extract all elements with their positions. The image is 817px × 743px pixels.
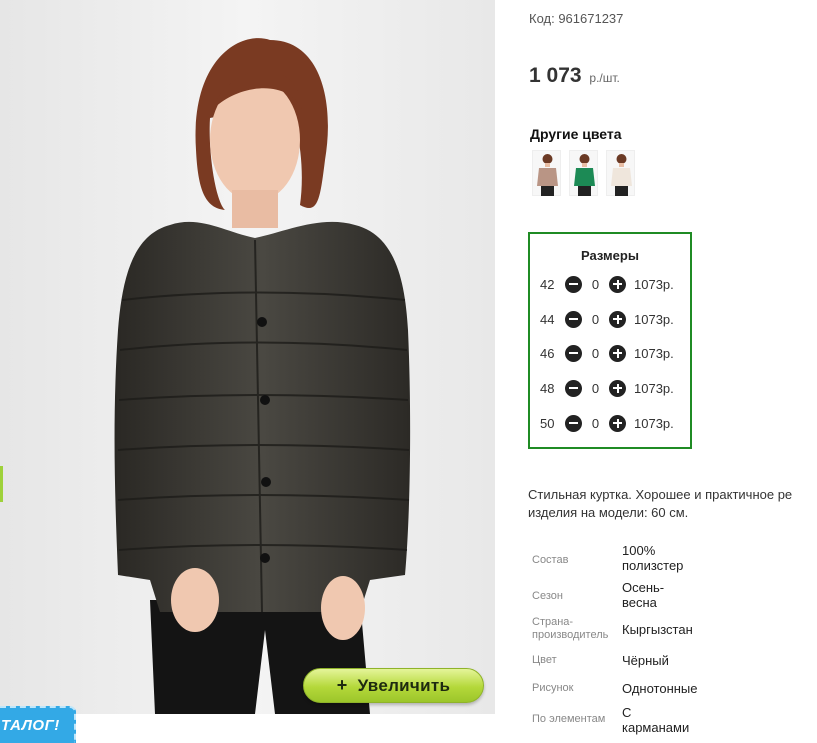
size-quantity: 0 bbox=[591, 415, 600, 431]
size-number: 42 bbox=[540, 276, 555, 292]
size-price: 1073р. bbox=[634, 345, 674, 361]
size-number: 48 bbox=[540, 380, 555, 396]
plus-icon[interactable] bbox=[609, 310, 626, 328]
size-row-46: 46 0 1073р. bbox=[540, 344, 674, 362]
property-key: Цвет bbox=[532, 654, 557, 666]
product-price: 1 073 р./шт. bbox=[529, 64, 620, 88]
color-swatch-beige[interactable] bbox=[532, 150, 561, 196]
color-swatch-green[interactable] bbox=[569, 150, 598, 196]
minus-icon[interactable] bbox=[565, 414, 582, 432]
price-unit: р./шт. bbox=[589, 71, 620, 85]
other-colors-title: Другие цвета bbox=[530, 126, 622, 142]
plus-icon[interactable] bbox=[609, 275, 626, 293]
minus-icon[interactable] bbox=[565, 344, 582, 362]
property-value: Однотонные bbox=[622, 681, 698, 696]
size-number: 44 bbox=[540, 311, 555, 327]
plus-icon[interactable] bbox=[609, 344, 626, 362]
price-value: 1 073 bbox=[529, 64, 582, 87]
sizes-panel: Размеры 42 0 1073р. 44 0 1073р. 46 0 107… bbox=[528, 232, 692, 449]
size-price: 1073р. bbox=[634, 311, 674, 327]
plus-icon[interactable] bbox=[609, 414, 626, 432]
description-line: изделия на модели: 60 см. bbox=[528, 505, 689, 520]
catalog-badge[interactable]: ТАЛОГ! bbox=[0, 706, 76, 743]
left-edge-tab[interactable] bbox=[0, 466, 3, 502]
product-code: Код: 961671237 bbox=[529, 11, 624, 26]
property-value: Чёрный bbox=[622, 653, 669, 668]
size-row-44: 44 0 1073р. bbox=[540, 310, 674, 328]
size-row-50: 50 0 1073р. bbox=[540, 414, 674, 432]
property-key: Сезон bbox=[532, 590, 563, 602]
size-row-42: 42 0 1073р. bbox=[540, 275, 674, 293]
size-number: 46 bbox=[540, 345, 555, 361]
property-value: Кыргызстан bbox=[622, 622, 693, 637]
size-price: 1073р. bbox=[634, 380, 674, 396]
property-key: Состав bbox=[532, 554, 569, 566]
product-description: Стильная куртка. Хорошее и практичное ре… bbox=[528, 486, 817, 522]
size-number: 50 bbox=[540, 415, 555, 431]
zoom-button[interactable]: + Увеличить bbox=[303, 668, 484, 703]
minus-icon[interactable] bbox=[565, 275, 582, 293]
description-line: Стильная куртка. Хорошее и практичное ре bbox=[528, 487, 793, 502]
sizes-title: Размеры bbox=[581, 248, 639, 263]
size-quantity: 0 bbox=[591, 345, 600, 361]
property-value: Осень-весна bbox=[622, 580, 665, 610]
property-value: Скарманами bbox=[622, 705, 690, 735]
size-quantity: 0 bbox=[591, 276, 600, 292]
property-value: 100% полизстер bbox=[622, 543, 684, 573]
product-model-image bbox=[0, 0, 495, 714]
color-swatch-white[interactable] bbox=[606, 150, 635, 196]
minus-icon[interactable] bbox=[565, 310, 582, 328]
property-key: По элементам bbox=[532, 713, 606, 725]
size-row-48: 48 0 1073р. bbox=[540, 379, 674, 397]
size-price: 1073р. bbox=[634, 415, 674, 431]
plus-icon[interactable] bbox=[609, 379, 626, 397]
minus-icon[interactable] bbox=[565, 379, 582, 397]
size-quantity: 0 bbox=[591, 380, 600, 396]
plus-icon: + bbox=[336, 675, 348, 695]
size-price: 1073р. bbox=[634, 276, 674, 292]
size-quantity: 0 bbox=[591, 311, 600, 327]
other-colors-list bbox=[532, 150, 635, 196]
property-key: Рисунок bbox=[532, 682, 574, 694]
zoom-label: Увеличить bbox=[357, 675, 451, 695]
property-key: Страна-производитель bbox=[532, 616, 609, 641]
product-photo[interactable] bbox=[0, 0, 495, 714]
